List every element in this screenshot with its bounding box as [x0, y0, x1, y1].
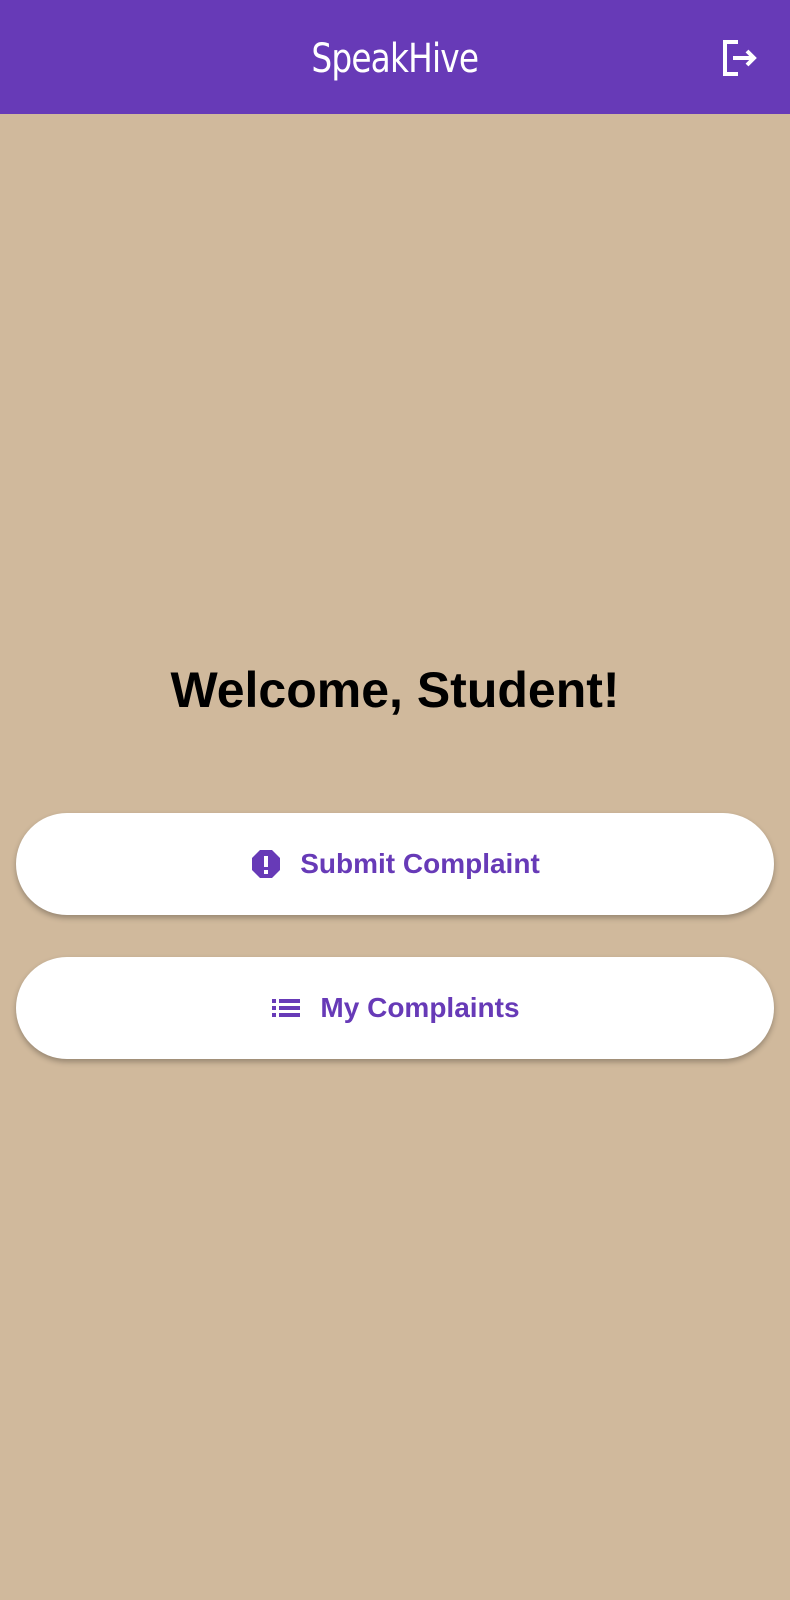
welcome-heading: Welcome, Student!: [170, 662, 620, 718]
list-icon: [270, 992, 302, 1024]
logout-button[interactable]: [718, 36, 762, 80]
my-complaints-button[interactable]: My Complaints: [16, 957, 774, 1059]
app-bar: SpeakHive: [0, 0, 790, 114]
logout-icon: [723, 40, 757, 76]
submit-complaint-button[interactable]: Submit Complaint: [16, 813, 774, 915]
report-icon: [250, 848, 282, 880]
my-complaints-label: My Complaints: [320, 992, 520, 1023]
app-title: SpeakHive: [311, 36, 480, 82]
submit-complaint-label: Submit Complaint: [300, 848, 540, 879]
